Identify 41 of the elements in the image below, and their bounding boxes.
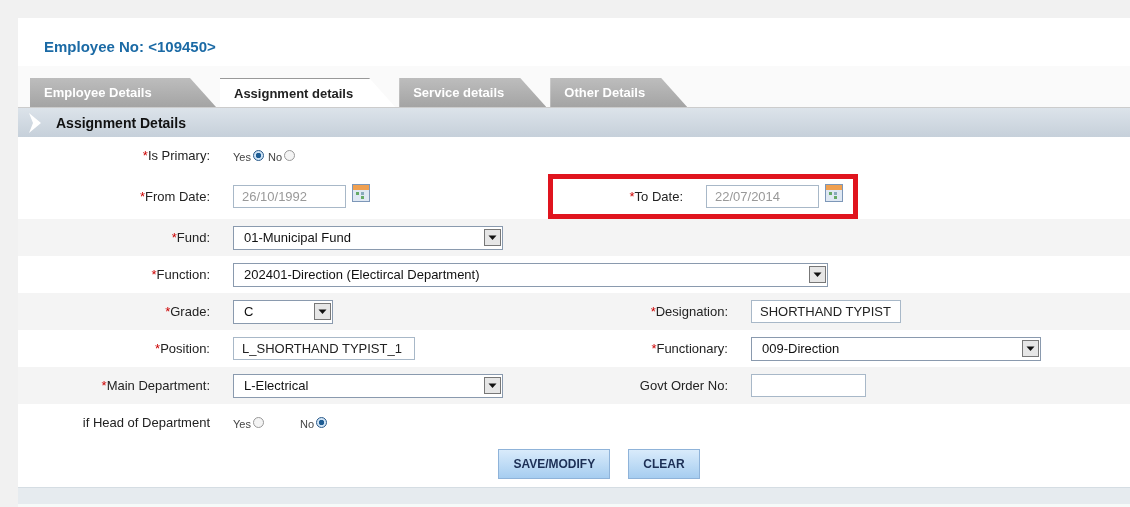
employee-number: Employee No: <109450> <box>44 38 216 55</box>
caret-icon <box>484 229 501 246</box>
field-label: *Main Department: <box>100 378 210 393</box>
tab[interactable]: Assignment details <box>220 78 396 107</box>
field-label: *Function: <box>150 267 210 282</box>
field-label: *Is Primary: <box>141 148 210 163</box>
caret-icon <box>1022 340 1039 357</box>
dropdown[interactable]: 01-Municipal Fund <box>233 225 503 250</box>
field-label: if Head of Department <box>81 415 210 430</box>
field-label: *Functionary: <box>650 341 728 356</box>
radio-label: No <box>267 151 282 163</box>
action-button[interactable]: SAVE/MODIFY <box>498 449 611 479</box>
radio-label: Yes <box>233 418 251 430</box>
radio-button[interactable] <box>316 417 327 428</box>
dropdown[interactable]: C <box>233 299 333 324</box>
dropdown[interactable]: 009-Direction <box>751 336 1041 361</box>
field-label: *Designation: <box>649 304 728 319</box>
input-field[interactable] <box>751 374 866 397</box>
caret-icon <box>314 303 331 320</box>
field-label: *Fund: <box>170 230 210 245</box>
dropdown[interactable]: 202401-Direction (Electircal Department) <box>233 262 828 287</box>
radio-label: No <box>299 418 314 430</box>
action-button[interactable]: CLEAR <box>628 449 700 479</box>
radio-button[interactable] <box>252 417 264 428</box>
field-label: *From Date: <box>138 189 210 204</box>
field-label: *Grade: <box>164 304 210 319</box>
calendar-icon[interactable] <box>825 183 843 202</box>
input-field[interactable]: L_SHORTHAND TYPIST_1 <box>233 337 415 360</box>
radio-button[interactable] <box>252 150 264 161</box>
caret-icon <box>809 266 826 283</box>
field-label: *To Date: <box>628 189 683 204</box>
radio-label: Yes <box>233 151 251 163</box>
dropdown[interactable]: L-Electrical <box>233 373 503 398</box>
field-label: *Position: <box>154 341 210 356</box>
chevron-icon <box>28 111 42 134</box>
input-field[interactable]: SHORTHAND TYPIST <box>751 300 901 323</box>
radio-button[interactable] <box>284 150 295 161</box>
field-label: Govt Order No: <box>638 378 728 393</box>
section-header: Assignment Details <box>18 108 1130 137</box>
caret-icon <box>484 377 501 394</box>
calendar-icon[interactable] <box>352 183 370 202</box>
